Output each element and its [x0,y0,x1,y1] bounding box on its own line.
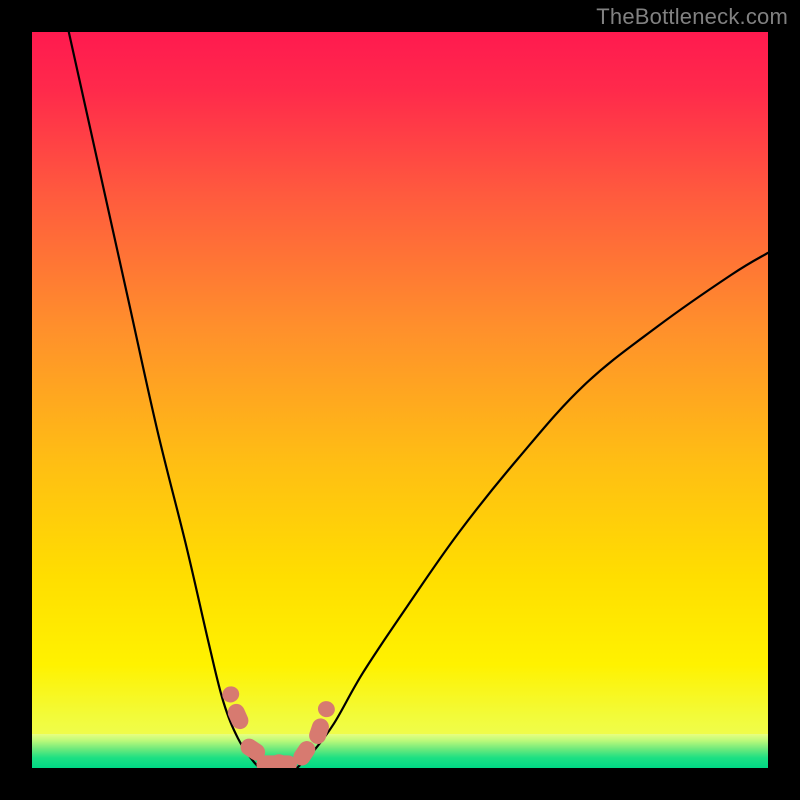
bottleneck-chart [32,32,768,768]
figure-frame: TheBottleneck.com [0,0,800,800]
plot-area [32,32,768,768]
gradient-background [32,32,768,768]
watermark-text: TheBottleneck.com [596,4,788,30]
green-zone [32,734,768,768]
